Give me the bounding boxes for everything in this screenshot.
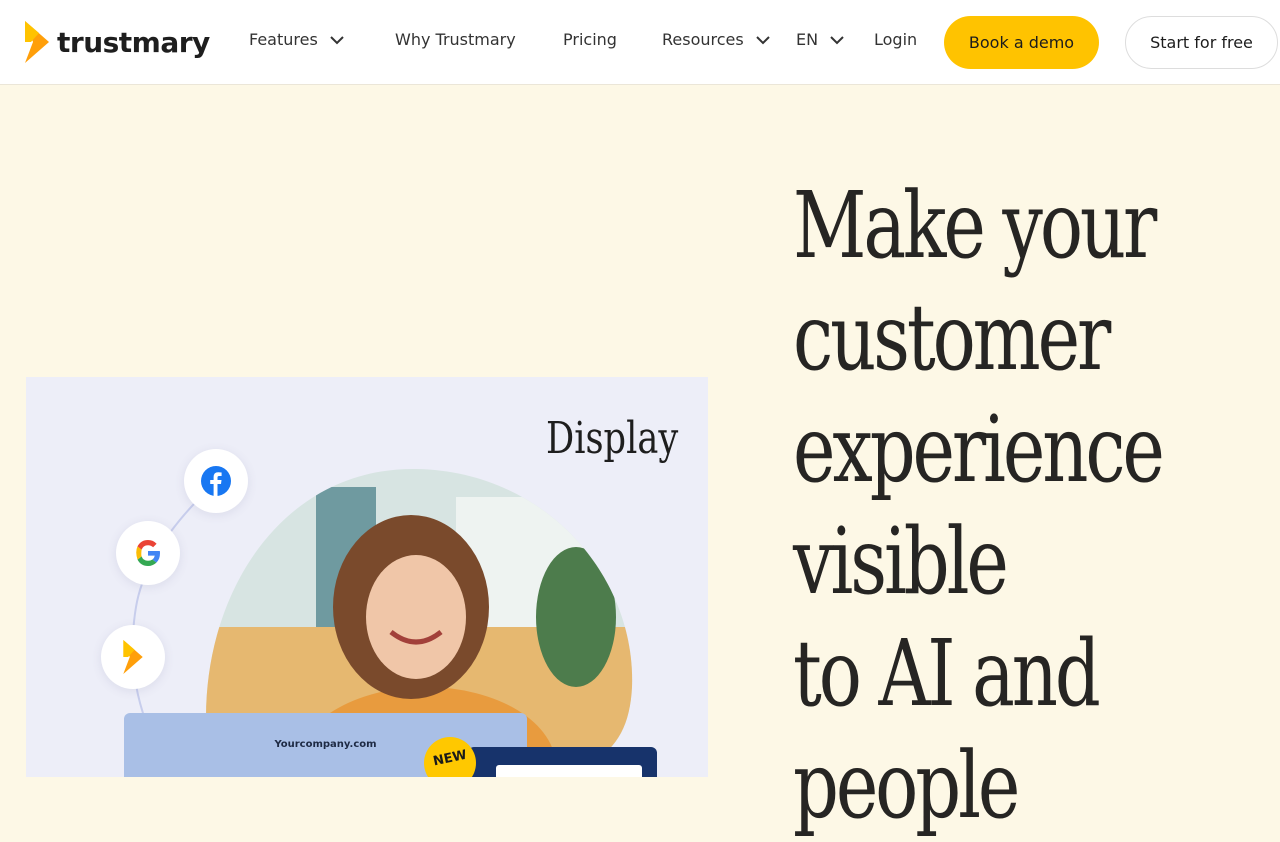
widget-mockup	[468, 747, 657, 777]
headline-line: people	[793, 732, 1020, 839]
hero-headline: Make your customer experience visible to AI …	[793, 170, 1261, 842]
chevron-down-icon	[330, 35, 344, 44]
trustmary-logo-icon	[25, 21, 49, 63]
new-badge-label: NEW	[431, 747, 469, 769]
nav-pricing-label: Pricing	[563, 30, 617, 49]
trustmary-icon	[123, 640, 143, 674]
language-label: EN	[796, 30, 819, 49]
start-free-button[interactable]: Start for free	[1125, 16, 1278, 69]
book-demo-button[interactable]: Book a demo	[944, 16, 1099, 69]
nav-features[interactable]: Features	[249, 30, 344, 49]
nav-login[interactable]: Login	[874, 30, 917, 49]
hero-illustration: Display Yourcompany.com NEW	[26, 377, 708, 777]
login-label: Login	[874, 30, 918, 49]
nav-why-trustmary[interactable]: Why Trustmary	[395, 30, 516, 49]
chevron-down-icon	[830, 35, 844, 44]
headline-line: Make your	[793, 172, 1157, 279]
google-icon	[136, 540, 160, 566]
nav-why-label: Why Trustmary	[395, 30, 516, 49]
logo-text: trustmary	[57, 25, 210, 59]
nav-resources[interactable]: Resources	[662, 30, 770, 49]
facebook-source	[184, 449, 248, 513]
google-source	[116, 521, 180, 585]
display-label: Display	[546, 413, 679, 464]
trustmary-logo[interactable]: trustmary	[25, 21, 210, 63]
trustmary-source	[101, 625, 165, 689]
nav-features-label: Features	[249, 30, 318, 49]
language-selector[interactable]: EN	[796, 30, 844, 49]
headline-line: experience	[793, 396, 1165, 503]
headline-line: customer	[793, 284, 1111, 391]
widget-bar	[496, 765, 642, 777]
chevron-down-icon	[756, 35, 770, 44]
headline-line: visible	[793, 508, 1009, 615]
facebook-icon	[201, 466, 231, 496]
nav-pricing[interactable]: Pricing	[563, 30, 617, 49]
headline-line: to AI and	[793, 620, 1101, 727]
site-header: trustmary Features Why Trustmary Pricing…	[0, 0, 1280, 85]
nav-resources-label: Resources	[662, 30, 744, 49]
